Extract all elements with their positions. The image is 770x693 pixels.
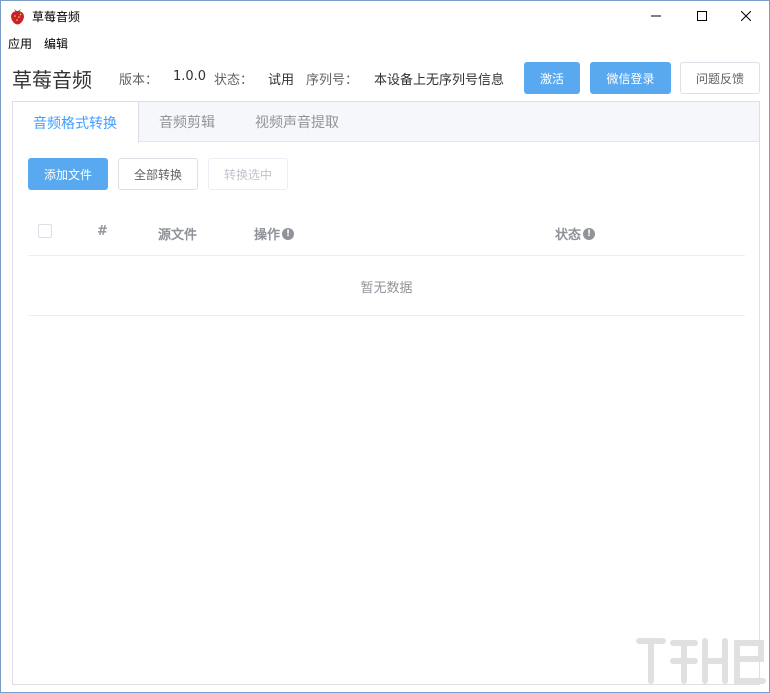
column-header-index: #: [97, 224, 108, 239]
menu-item-app[interactable]: 应用: [8, 35, 32, 52]
table-bottom-divider: [28, 315, 745, 316]
add-files-button[interactable]: 添加文件: [28, 158, 108, 190]
tab-bar: 音频格式转换 音频剪辑 视频声音提取: [13, 102, 759, 143]
tab-audio-edit[interactable]: 音频剪辑: [139, 102, 235, 142]
tab-video-audio-extract[interactable]: 视频声音提取: [235, 102, 359, 142]
close-button[interactable]: [723, 1, 769, 31]
select-all-checkbox[interactable]: [38, 224, 52, 238]
status-label: 状态：: [214, 73, 254, 88]
info-circle-icon[interactable]: !: [583, 227, 596, 240]
menu-bar: 应用 编辑: [1, 33, 769, 53]
status-value: 试用: [268, 73, 295, 88]
info-circle-icon[interactable]: !: [282, 227, 295, 240]
menu-item-edit[interactable]: 编辑: [44, 35, 68, 52]
column-source-label: 源文件: [158, 228, 198, 243]
watermark-logo: [636, 638, 766, 684]
feedback-button[interactable]: 问题反馈: [680, 62, 760, 94]
app-name-heading: 草莓音频: [12, 68, 92, 92]
table-header-divider: [28, 255, 745, 256]
window-title: 草莓音频: [32, 10, 81, 24]
column-header-operation: 操作 !: [254, 224, 295, 243]
close-icon: [741, 11, 751, 21]
column-status-label: 状态: [555, 228, 582, 243]
empty-table-text: 暂无数据: [360, 281, 413, 296]
title-bar: 草莓音频: [1, 1, 769, 31]
activate-button[interactable]: 激活: [524, 62, 580, 94]
column-header-source-file: 源文件: [158, 224, 197, 243]
app-window: 草莓音频 应用 编辑 草莓音频 版本： 1.0.0 状态： 试用 序列号： 本设…: [0, 0, 770, 693]
column-operation-label: 操作: [254, 228, 281, 243]
minimize-icon: [651, 15, 661, 17]
convert-selected-button[interactable]: 转换选中: [208, 158, 288, 190]
serial-label: 序列号：: [306, 73, 359, 88]
version-value: 1.0.0: [173, 69, 207, 84]
strawberry-icon: [11, 9, 24, 25]
tab-audio-format-convert[interactable]: 音频格式转换: [13, 102, 139, 143]
column-header-status: 状态 !: [555, 224, 596, 243]
minimize-button[interactable]: [633, 1, 679, 31]
version-label: 版本：: [119, 73, 159, 88]
serial-value: 本设备上无序列号信息: [374, 73, 505, 88]
column-index-label: #: [97, 224, 108, 239]
maximize-button[interactable]: [679, 1, 725, 31]
maximize-icon: [697, 11, 707, 21]
wechat-login-button[interactable]: 微信登录: [590, 62, 671, 94]
convert-all-button[interactable]: 全部转换: [118, 158, 198, 190]
